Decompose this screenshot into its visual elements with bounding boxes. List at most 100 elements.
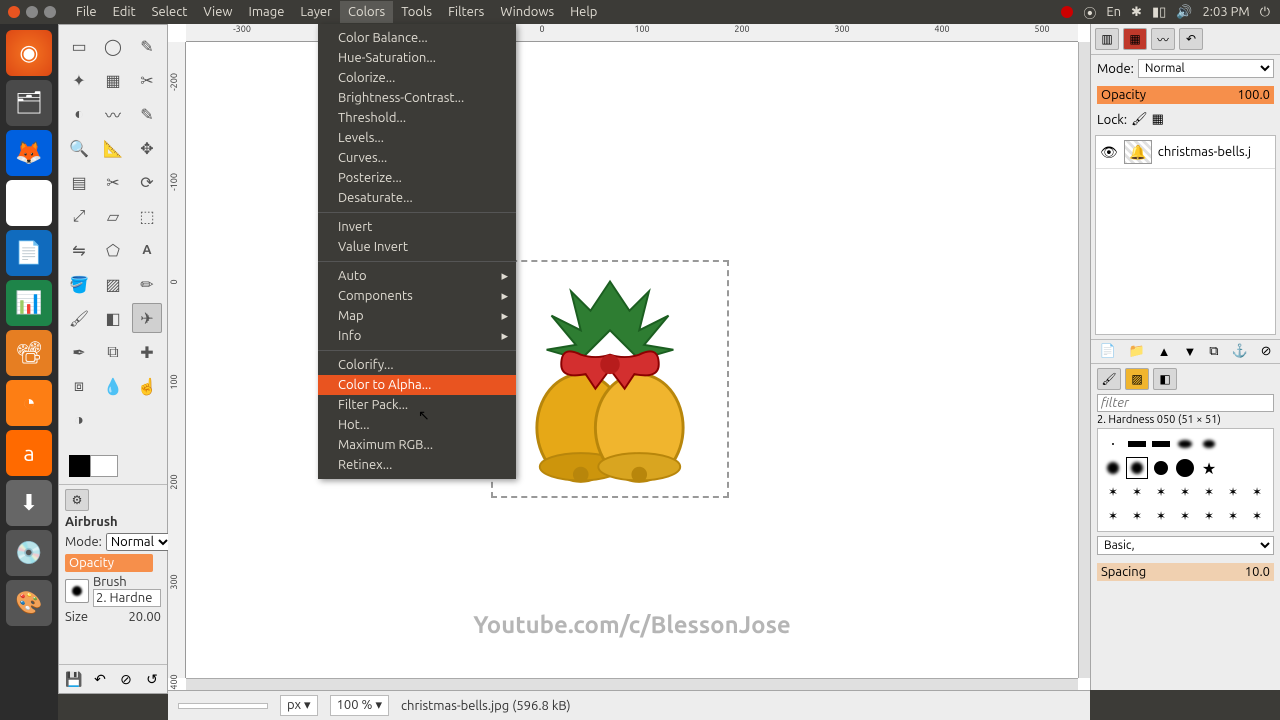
launcher-writer[interactable]: 📄: [6, 230, 52, 276]
tool-dodge[interactable]: ◑: [64, 405, 94, 435]
menu-item-value-invert[interactable]: Value Invert: [318, 237, 516, 257]
dock-save-icon[interactable]: 💾: [64, 669, 84, 689]
launcher-gimp[interactable]: 🎨: [6, 580, 52, 626]
menu-tools[interactable]: Tools: [393, 1, 440, 23]
brush-cell[interactable]: [1102, 433, 1124, 455]
menu-item-maximum-rgb[interactable]: Maximum RGB...: [318, 435, 516, 455]
launcher-chrome[interactable]: ◒: [6, 180, 52, 226]
tool-rect-select[interactable]: ▭: [64, 31, 94, 61]
brush-name[interactable]: 2. Hardne: [93, 589, 161, 607]
size-value[interactable]: 20.00: [128, 610, 161, 624]
menu-item-filter-pack[interactable]: Filter Pack...: [318, 395, 516, 415]
menu-item-threshold[interactable]: Threshold...: [318, 108, 516, 128]
tool-pencil[interactable]: ✏: [132, 269, 162, 299]
tool-airbrush[interactable]: ✈: [132, 303, 162, 333]
dock-delete-icon[interactable]: ⊘: [116, 669, 136, 689]
layer-group-icon[interactable]: 📁: [1129, 344, 1145, 359]
tab-channels-icon[interactable]: ▦: [1123, 28, 1147, 50]
tool-scissors[interactable]: ✂: [132, 65, 162, 95]
tool-free-select[interactable]: ✎: [132, 31, 162, 61]
zoom-select[interactable]: 100 % ▾: [330, 695, 389, 716]
tab-gradients-icon[interactable]: ◧: [1153, 368, 1177, 390]
lock-alpha-icon[interactable]: ▦: [1152, 112, 1164, 127]
tool-text[interactable]: A: [132, 235, 162, 265]
tool-ink[interactable]: ✒: [64, 337, 94, 367]
tool-smudge[interactable]: ☝: [132, 371, 162, 401]
tool-options-tab[interactable]: ⚙: [65, 489, 89, 511]
dock-revert-icon[interactable]: ↶: [90, 669, 110, 689]
tool-perspective[interactable]: ⬚: [132, 201, 162, 231]
tab-brushes-icon[interactable]: 🖌: [1097, 368, 1121, 390]
menu-layer[interactable]: Layer: [292, 1, 340, 23]
brush-cell[interactable]: [1246, 457, 1268, 479]
layer-down-icon[interactable]: ▼: [1183, 344, 1196, 359]
brush-cell[interactable]: [1174, 481, 1196, 503]
launcher-amazon[interactable]: a: [6, 430, 52, 476]
scrollbar-vertical[interactable]: [1078, 42, 1090, 678]
brush-cell[interactable]: [1150, 481, 1172, 503]
layer-new-icon[interactable]: 📄: [1099, 344, 1115, 359]
brush-cell[interactable]: [1174, 505, 1196, 527]
opacity-slider[interactable]: Opacity: [65, 554, 153, 572]
tool-foreground[interactable]: ◐: [64, 99, 94, 129]
unit-select[interactable]: px ▾: [280, 695, 318, 716]
brush-preset-select[interactable]: Basic,: [1097, 536, 1274, 555]
menu-item-posterize[interactable]: Posterize...: [318, 168, 516, 188]
layer-opacity-slider[interactable]: Opacity 100.0: [1097, 86, 1274, 104]
layer-anchor-icon[interactable]: ⚓: [1231, 344, 1247, 359]
menu-item-levels[interactable]: Levels...: [318, 128, 516, 148]
layer-up-icon[interactable]: ▲: [1158, 344, 1171, 359]
tool-blur[interactable]: 💧: [98, 371, 128, 401]
battery-icon[interactable]: ▮▯: [1152, 5, 1166, 20]
brush-cell[interactable]: [1126, 505, 1148, 527]
dock-reset-icon[interactable]: ↺: [142, 669, 162, 689]
bluetooth-icon[interactable]: ✱: [1131, 5, 1142, 20]
brush-cell[interactable]: [1198, 481, 1220, 503]
menu-file[interactable]: File: [68, 1, 105, 23]
tool-gradient[interactable]: ▨: [98, 269, 128, 299]
brush-cell[interactable]: [1222, 433, 1244, 455]
tab-paths-icon[interactable]: 〰: [1151, 28, 1175, 50]
color-swatches[interactable]: [59, 441, 167, 484]
menu-item-color-to-alpha[interactable]: Color to Alpha...: [318, 375, 516, 395]
brush-cell[interactable]: [1198, 457, 1220, 479]
window-minimize-button[interactable]: [26, 6, 38, 18]
brush-cell[interactable]: [1222, 457, 1244, 479]
brush-cell-selected[interactable]: [1126, 457, 1148, 479]
tool-heal[interactable]: ✚: [132, 337, 162, 367]
launcher-firefox[interactable]: 🦊: [6, 130, 52, 176]
brush-cell[interactable]: [1198, 433, 1220, 455]
tool-clone[interactable]: ⧉: [98, 337, 128, 367]
brush-cell[interactable]: [1222, 481, 1244, 503]
image-selection[interactable]: [491, 260, 729, 498]
menu-item-components[interactable]: Components: [318, 286, 516, 306]
menu-item-map[interactable]: Map: [318, 306, 516, 326]
menu-view[interactable]: View: [195, 1, 240, 23]
spacing-slider[interactable]: Spacing 10.0: [1097, 563, 1274, 581]
tool-crop[interactable]: ✂: [98, 167, 128, 197]
brush-preview[interactable]: [65, 579, 89, 603]
menu-windows[interactable]: Windows: [492, 1, 562, 23]
tool-cage[interactable]: ⬠: [98, 235, 128, 265]
wifi-icon[interactable]: ⦿: [1083, 3, 1096, 22]
brush-cell[interactable]: [1150, 433, 1172, 455]
menu-item-hot[interactable]: Hot...: [318, 415, 516, 435]
tool-eraser[interactable]: ◧: [98, 303, 128, 333]
tool-paintbrush[interactable]: 🖌: [64, 303, 94, 333]
lock-pixels-icon[interactable]: 🖌: [1131, 112, 1148, 127]
tool-move[interactable]: ✥: [132, 133, 162, 163]
tool-perspective-clone[interactable]: ⧈: [64, 371, 94, 401]
tool-flip[interactable]: ⇋: [64, 235, 94, 265]
scrollbar-horizontal[interactable]: [186, 678, 1078, 690]
brush-cell[interactable]: [1174, 433, 1196, 455]
menu-item-color-balance[interactable]: Color Balance...: [318, 28, 516, 48]
tool-zoom[interactable]: 🔍: [64, 133, 94, 163]
brush-cell[interactable]: [1246, 481, 1268, 503]
launcher-downloads[interactable]: ⬇: [6, 480, 52, 526]
window-close-button[interactable]: [8, 6, 20, 18]
brush-cell[interactable]: [1126, 433, 1148, 455]
brush-cell[interactable]: [1126, 481, 1148, 503]
tool-measure[interactable]: 📐: [98, 133, 128, 163]
menu-item-hue-saturation[interactable]: Hue-Saturation...: [318, 48, 516, 68]
menu-item-desaturate[interactable]: Desaturate...: [318, 188, 516, 208]
